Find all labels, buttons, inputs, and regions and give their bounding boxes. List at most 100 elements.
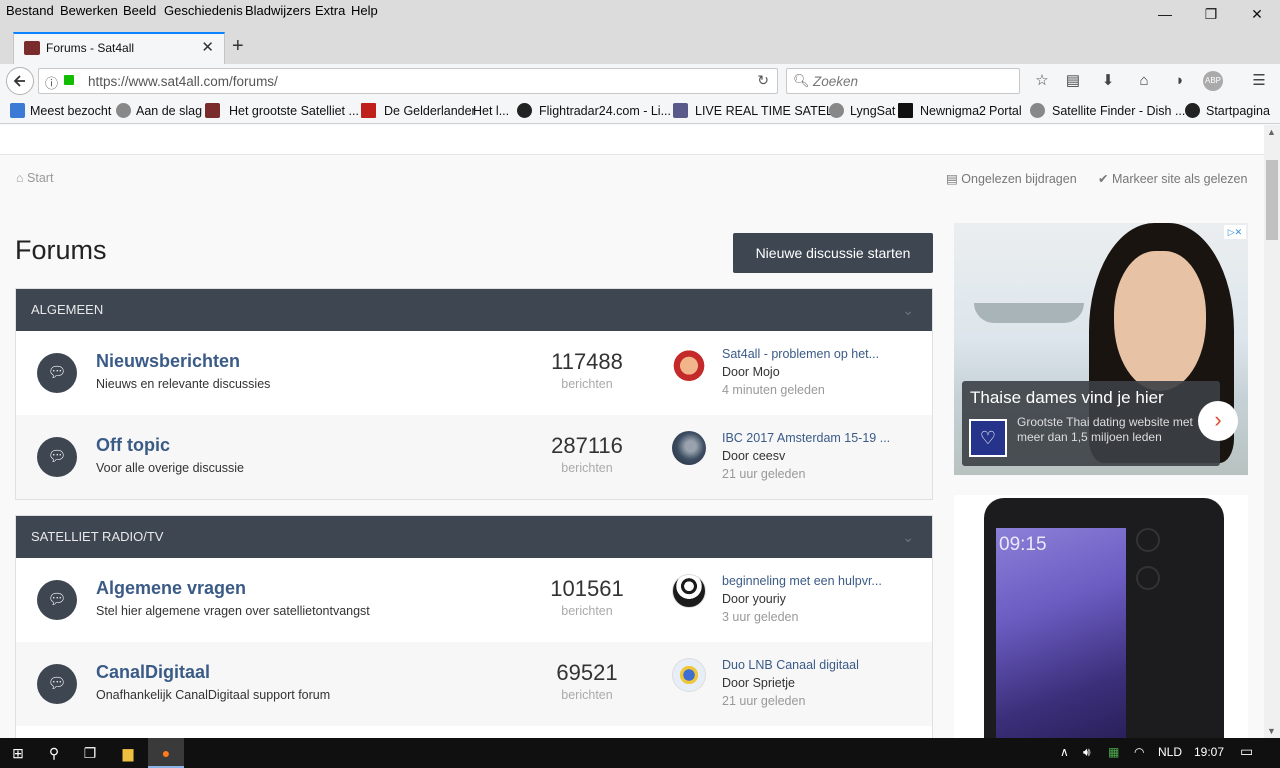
wifi-icon[interactable]: ◠ <box>1134 745 1144 759</box>
last-post-title[interactable]: IBC 2017 Amsterdam 15-19 ... <box>722 431 890 445</box>
search-icon[interactable]: ⚲ <box>44 743 64 763</box>
adchoices-icon[interactable]: ▷✕ <box>1224 225 1246 239</box>
check-icon: ✔ <box>1098 172 1112 186</box>
search-input[interactable]: Zoeken <box>813 74 858 89</box>
avatar[interactable] <box>672 658 706 692</box>
app-tray-icon[interactable]: ▦ <box>1108 745 1119 759</box>
search-bar[interactable]: 🔍︎ Zoeken <box>786 68 1020 94</box>
bookmark-item[interactable]: Satellite Finder - Dish ... <box>1052 104 1185 118</box>
adblock-icon[interactable]: ABP <box>1203 71 1223 91</box>
menu-bladwijzers[interactable]: Bladwijzers <box>245 3 311 18</box>
scroll-up-icon[interactable]: ▲ <box>1267 127 1276 137</box>
file-explorer-icon[interactable]: ▆ <box>118 743 138 763</box>
sat4all-icon <box>205 103 220 118</box>
forum-title[interactable]: CanalDigitaal <box>96 662 210 683</box>
menu-bestand[interactable]: Bestand <box>6 3 54 18</box>
category-header[interactable]: SATELLIET RADIO/TV ⌄ <box>16 516 932 558</box>
bookmarks-bar: Meest bezocht Aan de slag Het grootste S… <box>0 98 1280 124</box>
chevron-right-icon[interactable]: › <box>1198 401 1238 441</box>
last-post-title[interactable]: beginneling met een hulpvr... <box>722 574 882 588</box>
bookmark-star-icon[interactable]: ☆ <box>1029 68 1055 94</box>
pocket-icon[interactable]: ◗ <box>1167 68 1193 94</box>
chevron-down-icon[interactable]: ⌄ <box>902 289 914 331</box>
bookmark-item[interactable]: Aan de slag <box>136 104 202 118</box>
back-button[interactable] <box>6 67 34 95</box>
forum-title[interactable]: Nieuwsberichten <box>96 351 240 372</box>
mark-read-link[interactable]: ✔ Markeer site als gelezen <box>1098 171 1247 186</box>
windows-taskbar: ⊞ ⚲ ❐ ▆ ● ∧ 🔊︎ ▦ ◠ NLD 19:07 ▭ <box>0 738 1280 768</box>
last-post-title[interactable]: Duo LNB Canaal digitaal <box>722 658 859 672</box>
url-bar[interactable]: ⓘ https://www.sat4all.com/forums/ ↻ <box>38 68 778 94</box>
bookmark-item[interactable]: Flightradar24.com - Li... <box>539 104 671 118</box>
url-text[interactable]: https://www.sat4all.com/forums/ <box>88 74 278 89</box>
last-post-author: Door Mojo <box>722 365 780 379</box>
newnigma-icon <box>898 103 913 118</box>
clock[interactable]: 19:07 <box>1194 745 1224 759</box>
bookmark-item[interactable]: Portal <box>989 104 1022 118</box>
advertisement-dating[interactable]: ▷✕ Thaise dames vind je hier ♡ Grootste … <box>954 223 1248 475</box>
bookmark-item[interactable]: Newnigma2 <box>920 104 986 118</box>
firefox-icon[interactable]: ● <box>148 738 184 768</box>
breadcrumb-start[interactable]: Start <box>27 171 53 185</box>
menu-bewerken[interactable]: Bewerken <box>60 3 118 18</box>
task-view-icon[interactable]: ❐ <box>80 743 100 763</box>
advertisement-phone[interactable]: 09:15 <box>954 495 1248 738</box>
last-post-title[interactable]: Sat4all - problemen op het... <box>722 347 879 361</box>
post-count-label: berichten <box>561 377 613 391</box>
info-icon[interactable]: ⓘ <box>45 73 58 92</box>
scroll-down-icon[interactable]: ▼ <box>1267 726 1276 736</box>
mark-read-label: Markeer site als gelezen <box>1111 172 1248 186</box>
startpagina-icon <box>1185 103 1200 118</box>
bookmark-item[interactable]: Startpagina <box>1206 104 1270 118</box>
forum-title[interactable]: Off topic <box>96 435 170 456</box>
ad-card[interactable]: Thaise dames vind je hier ♡ Grootste Tha… <box>962 381 1220 466</box>
bookmark-item[interactable]: Het grootste Satelliet ... <box>229 104 359 118</box>
bookmark-folder-icon <box>10 103 25 118</box>
forum-description: Voor alle overige discussie <box>96 461 244 475</box>
close-tab-icon[interactable]: ✕ <box>201 38 214 56</box>
download-icon[interactable]: ⬇ <box>1095 68 1121 94</box>
last-post-author: Door youriy <box>722 592 786 606</box>
chevron-up-icon[interactable]: ∧ <box>1060 745 1069 759</box>
forum-row: 💬︎ CanalDigitaal Onafhankelijk CanalDigi… <box>16 642 932 726</box>
windows-start-icon[interactable]: ⊞ <box>8 743 28 763</box>
category-header[interactable]: ALGEMEEN ⌄ <box>16 289 932 331</box>
home-icon[interactable]: ⌂ <box>1131 68 1157 94</box>
bookmark-item[interactable]: Meest bezocht <box>30 104 111 118</box>
post-count: 101561 <box>550 576 624 601</box>
chevron-down-icon[interactable]: ⌄ <box>902 516 914 558</box>
menu-beeld[interactable]: Beeld <box>123 3 156 18</box>
avatar[interactable] <box>672 347 706 381</box>
scrollbar-thumb[interactable] <box>1266 160 1278 240</box>
reload-icon[interactable]: ↻ <box>757 72 769 89</box>
bookmark-item[interactable]: Het l... <box>473 104 509 118</box>
bookmark-item[interactable]: LyngSat <box>850 104 895 118</box>
unread-link[interactable]: ▤ Ongelezen bijdragen <box>946 171 1077 186</box>
avatar[interactable] <box>672 574 706 608</box>
lock-icon[interactable] <box>64 75 74 85</box>
bookmark-item[interactable]: De Gelderlander <box>384 104 476 118</box>
notifications-icon[interactable]: ▭ <box>1240 743 1253 760</box>
menu-help[interactable]: Help <box>351 3 378 18</box>
camera-icon <box>1136 566 1160 590</box>
new-discussion-button[interactable]: Nieuwe discussie starten <box>733 233 933 273</box>
arrow-left-icon <box>13 75 25 87</box>
menu-extra[interactable]: Extra <box>315 3 345 18</box>
volume-icon[interactable]: 🔊︎ <box>1083 745 1091 760</box>
language-indicator[interactable]: NLD <box>1158 745 1182 759</box>
avatar[interactable] <box>672 431 706 465</box>
new-tab-button[interactable]: + <box>232 35 244 58</box>
bookmark-item[interactable]: LIVE REAL TIME SATEL... <box>695 104 843 118</box>
breadcrumb[interactable]: ⌂ Start <box>16 171 53 185</box>
forum-description: Nieuws en relevante discussies <box>96 377 271 391</box>
navigation-toolbar: ⓘ https://www.sat4all.com/forums/ ↻ 🔍︎ Z… <box>0 64 1280 98</box>
phone-screen <box>996 528 1126 738</box>
tab-forums[interactable]: Forums - Sat4all ✕ <box>13 32 225 64</box>
hamburger-menu-icon[interactable]: ☰ <box>1246 68 1272 94</box>
page-scrollbar[interactable]: ▲ ▼ <box>1264 125 1280 738</box>
unread-icon: ▤ <box>946 172 962 186</box>
reading-list-icon[interactable]: ▤ <box>1060 68 1086 94</box>
forum-title[interactable]: Algemene vragen <box>96 578 246 599</box>
menu-geschiedenis[interactable]: Geschiedenis <box>164 3 243 18</box>
flightradar-icon <box>517 103 532 118</box>
